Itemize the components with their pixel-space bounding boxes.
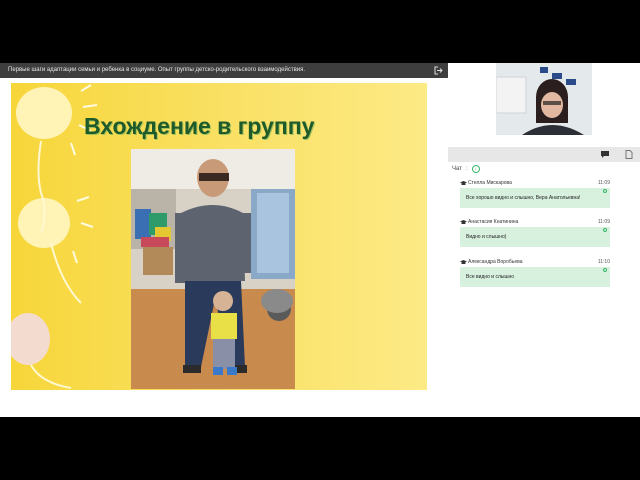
message-text: Все хорошо видно и слышно, Вера Анатолье… bbox=[466, 195, 581, 201]
chat-tab-icon[interactable] bbox=[596, 147, 614, 162]
chat-message: Анастасия Кнатинина 11:09 Видно и слышно… bbox=[456, 218, 612, 247]
chat-header-label: Чат bbox=[452, 166, 462, 172]
message-time: 11:09 bbox=[597, 180, 610, 186]
slide-photo bbox=[131, 149, 295, 389]
letterbox-bottom bbox=[0, 417, 640, 480]
message-author: Стелла Мискарова bbox=[468, 180, 512, 186]
message-text: Все видно и слышно bbox=[466, 274, 515, 280]
message-time: 11:09 bbox=[597, 219, 610, 225]
chat-message: Стелла Мискарова 11:09 Все хорошо видно … bbox=[456, 179, 612, 208]
side-panel-tabs bbox=[448, 147, 640, 162]
message-text: Видно и слышно) bbox=[466, 234, 507, 240]
message-author: Александра Воробьева bbox=[468, 259, 523, 265]
message-bubble: Все хорошо видно и слышно, Вера Анатолье… bbox=[460, 188, 610, 208]
webcam-video bbox=[496, 63, 592, 135]
message-bubble: Видно и слышно) bbox=[460, 227, 610, 247]
message-author: Анастасия Кнатинина bbox=[468, 219, 519, 225]
slide-title: Вхождение в группу bbox=[84, 113, 315, 139]
exit-icon[interactable] bbox=[433, 65, 444, 76]
read-status-icon bbox=[603, 228, 607, 232]
chat-message: Александра Воробьева 11:10 Все видно и с… bbox=[456, 258, 612, 287]
graduation-cap-icon bbox=[460, 260, 467, 267]
message-time: 11:10 bbox=[597, 259, 610, 265]
message-bubble: Все видно и слышно bbox=[460, 267, 610, 287]
presentation-slide: Вхождение в группу bbox=[11, 83, 427, 390]
graduation-cap-icon bbox=[460, 181, 467, 188]
document-tab-icon[interactable] bbox=[620, 147, 638, 162]
webinar-window: Первые шаги адаптации семьи и ребенка в … bbox=[0, 63, 640, 417]
presentation-title-bar: Первые шаги адаптации семьи и ребенка в … bbox=[0, 63, 448, 78]
slide-area: Вхождение в группу bbox=[0, 78, 448, 417]
chat-header: Чат: ↓ bbox=[452, 165, 480, 173]
graduation-cap-icon bbox=[460, 220, 467, 227]
presentation-title: Первые шаги адаптации семьи и ребенка в … bbox=[8, 67, 306, 73]
chat-download-icon[interactable]: ↓ bbox=[471, 165, 480, 173]
read-status-icon bbox=[603, 189, 607, 193]
read-status-icon bbox=[603, 268, 607, 272]
